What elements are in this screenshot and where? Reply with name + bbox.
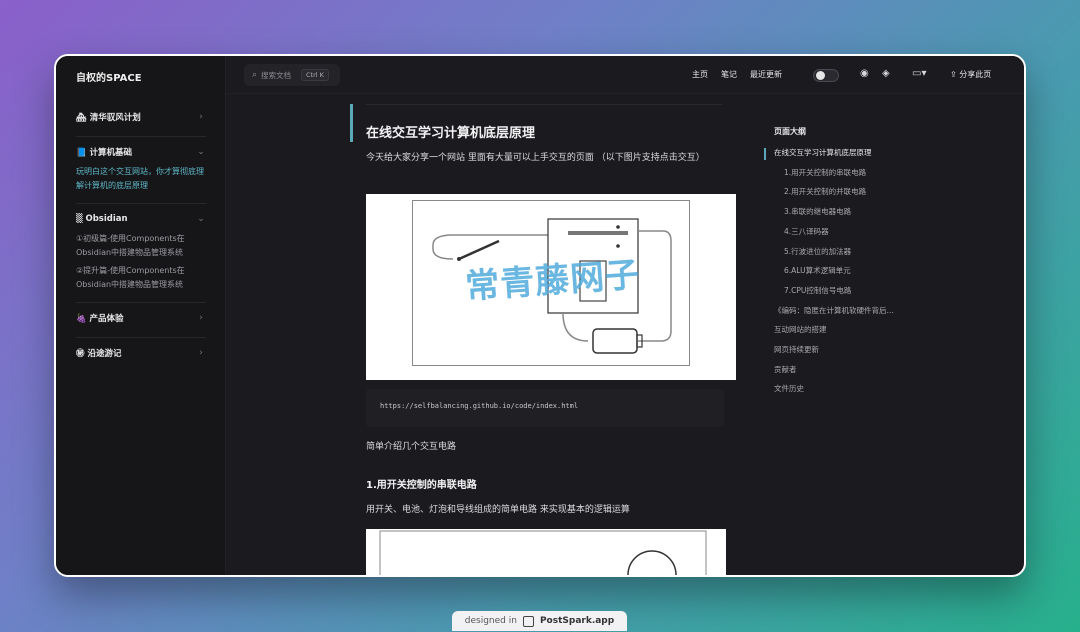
outline-item[interactable]: 互动网站的搭建: [774, 320, 914, 340]
sidebar-item-obsidian-advanced[interactable]: ②提升篇-使用Components在Obsidian中搭建物品管理系统: [76, 264, 206, 292]
outline-item[interactable]: 6.ALU算术逻辑单元: [774, 261, 914, 281]
share-label: 分享此页: [959, 70, 992, 79]
designed-in-label: designed in: [464, 616, 517, 626]
outline-item[interactable]: 4.三八译码器: [774, 222, 914, 242]
outline-item[interactable]: 1.用开关控制的串联电路: [774, 163, 914, 183]
search-icon: ⌕: [252, 70, 258, 80]
article-title: 在线交互学习计算机底层原理: [366, 126, 536, 141]
outline-item[interactable]: 3.串联的继电器电路: [774, 202, 914, 222]
postspark-badge[interactable]: designed in PostSpark.app: [452, 611, 627, 631]
brand-label: PostSpark.app: [539, 616, 615, 626]
sidebar: 自权的SPACE 🏘 清华驭风计划 › 📘 计算机基础 ⌄ 玩明白这个交互网站，…: [56, 56, 226, 575]
article-paragraph: 简单介绍几个交互电路: [366, 442, 457, 452]
theme-toggle[interactable]: [813, 69, 839, 82]
outline-title: 页面大纲: [774, 127, 806, 136]
section-text: 用开关、电池、灯泡和导线组成的简单电路 来实现基本的逻辑运算: [366, 505, 630, 515]
moon-icon: [816, 71, 825, 80]
share-icon: ⇪: [950, 70, 957, 79]
browser-window: 自权的SPACE 🏘 清华驭风计划 › 📘 计算机基础 ⌄ 玩明白这个交互网站，…: [54, 54, 1026, 577]
github-icon[interactable]: ◉: [860, 68, 869, 79]
sidebar-group-products[interactable]: 🍇 产品体验 ›: [76, 303, 206, 338]
site-title[interactable]: 自权的SPACE: [76, 69, 142, 84]
chevron-right-icon[interactable]: ›: [196, 112, 206, 122]
sidebar-item-obsidian-basic[interactable]: ①初级篇-使用Components在Obsidian中搭建物品管理系统: [76, 232, 206, 260]
section-heading: 1.用开关控制的串联电路: [366, 480, 477, 491]
share-button[interactable]: ⇪ 分享此页: [950, 69, 991, 80]
book-icon[interactable]: ▭▾: [912, 68, 926, 79]
circuit-figure-2[interactable]: [366, 529, 726, 575]
top-nav: 主页 笔记 最近更新: [692, 69, 782, 80]
outline-item[interactable]: 2.用开关控制的并联电路: [774, 182, 914, 202]
outline-active-marker: [764, 148, 766, 160]
code-block[interactable]: https://selfbalancing.github.io/code/ind…: [366, 389, 724, 427]
chevron-down-icon[interactable]: ⌄: [196, 147, 206, 157]
sidebar-group-title: 📘 计算机基础: [76, 148, 133, 158]
chevron-right-icon[interactable]: ›: [196, 313, 206, 323]
nav-notes[interactable]: 笔记: [721, 69, 737, 80]
divider: [366, 104, 722, 105]
page-outline: 页面大纲 在线交互学习计算机底层原理 1.用开关控制的串联电路 2.用开关控制的…: [774, 126, 914, 399]
search-box[interactable]: ⌕ 搜索文档 Ctrl K: [244, 64, 340, 86]
accent-bar: [350, 104, 353, 142]
outline-item[interactable]: 在线交互学习计算机底层原理: [774, 143, 914, 163]
outline-item[interactable]: 文件历史: [774, 379, 914, 399]
search-placeholder: 搜索文档: [261, 70, 292, 80]
figure-frame: 常青藤网子: [412, 200, 690, 366]
nav-home[interactable]: 主页: [692, 69, 708, 80]
sidebar-group-travel[interactable]: ㊙ 沿途游记 ›: [76, 338, 206, 372]
sidebar-group-title: 🍇 产品体验: [76, 314, 124, 324]
circuit-figure[interactable]: 常青藤网子: [366, 194, 736, 380]
chevron-down-icon[interactable]: ⌄: [196, 214, 206, 224]
sidebar-group-title: ㊙ 沿途游记: [76, 349, 122, 359]
article-intro: 今天给大家分享一个网站 里面有大量可以上手交互的页面 （以下图片支持点击交互）: [366, 153, 705, 163]
sidebar-group-tsinghua[interactable]: 🏘 清华驭风计划 ›: [76, 102, 206, 137]
outline-item[interactable]: 7.CPU控制信号电路: [774, 281, 914, 301]
outline-item[interactable]: 网页持续更新: [774, 340, 914, 360]
nav-recent[interactable]: 最近更新: [750, 69, 782, 80]
sidebar-group-title: 🏘 清华驭风计划: [76, 113, 141, 123]
discord-icon[interactable]: ◈: [882, 68, 890, 79]
chevron-right-icon[interactable]: ›: [196, 348, 206, 358]
circuit-diagram-2: [379, 530, 707, 575]
sidebar-group-cs-basics[interactable]: 📘 计算机基础 ⌄ 玩明白这个交互网站，你才算彻底理解计算机的底层原理: [76, 137, 206, 204]
top-bar: ⌕ 搜索文档 Ctrl K 主页 笔记 最近更新 ◉ ◈ ▭▾ ⇪ 分享此页: [226, 56, 1024, 94]
outline-item[interactable]: 贡献者: [774, 360, 914, 380]
code-url[interactable]: https://selfbalancing.github.io/code/ind…: [380, 402, 578, 410]
postspark-logo-icon: [522, 615, 534, 627]
sidebar-nav: 🏘 清华驭风计划 › 📘 计算机基础 ⌄ 玩明白这个交互网站，你才算彻底理解计算…: [76, 102, 206, 372]
sidebar-item-interactive-site[interactable]: 玩明白这个交互网站，你才算彻底理解计算机的底层原理: [76, 165, 206, 193]
outline-item[interactable]: 《编码：隐匿在计算机软硬件背后的语言》: [774, 301, 894, 321]
sidebar-group-title: ▒ Obsidian: [76, 214, 128, 224]
sidebar-group-obsidian[interactable]: ▒ Obsidian ⌄ ①初级篇-使用Components在Obsidian中…: [76, 204, 206, 303]
outline-item[interactable]: 5.行波进位的加法器: [774, 242, 914, 262]
shortcut-badge: Ctrl K: [301, 69, 329, 81]
